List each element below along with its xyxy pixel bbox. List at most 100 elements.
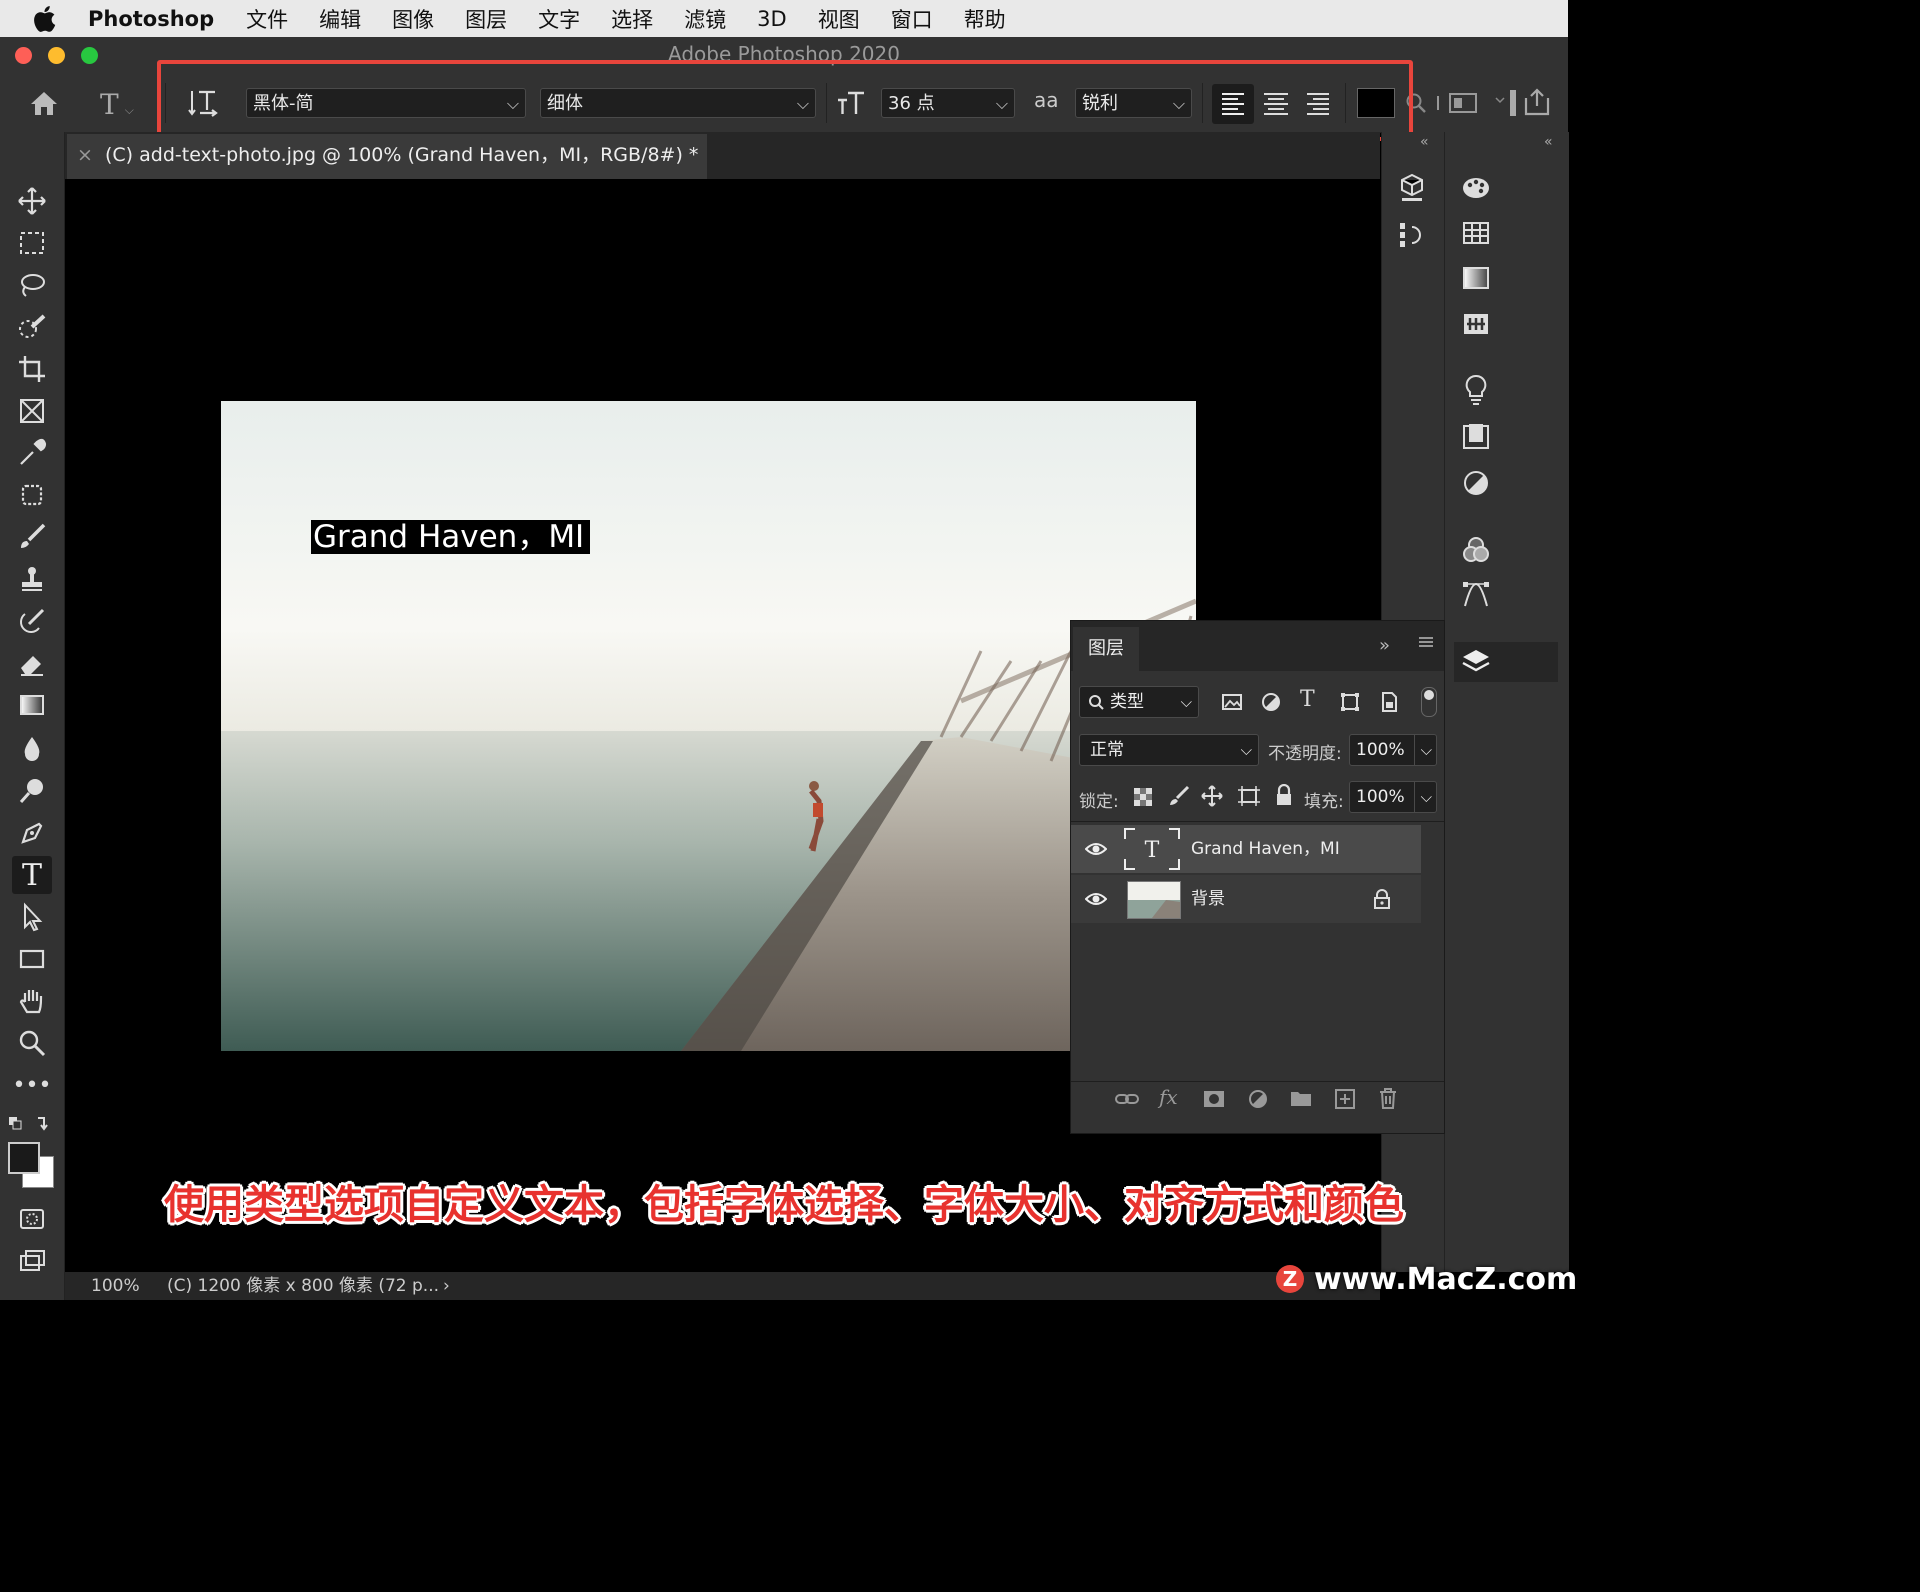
- screen-mode-icon[interactable]: [12, 1242, 52, 1280]
- align-center-button[interactable]: [1256, 84, 1298, 124]
- collapse-dock-icon[interactable]: «: [1420, 134, 1429, 150]
- text-layer-on-canvas[interactable]: Grand Haven，MI: [311, 520, 591, 554]
- pen-tool-icon[interactable]: [12, 814, 52, 852]
- add-mask-icon[interactable]: [1203, 1089, 1225, 1109]
- home-icon[interactable]: [28, 89, 60, 117]
- antialias-select[interactable]: 锐利 ⌵: [1075, 88, 1192, 118]
- menu-edit[interactable]: 编辑: [319, 4, 361, 34]
- apple-icon[interactable]: [32, 5, 60, 33]
- font-style-select[interactable]: 细体 ⌵: [540, 88, 816, 118]
- foreground-color-swatch[interactable]: [8, 1142, 40, 1174]
- new-adjustment-layer-icon[interactable]: [1247, 1088, 1269, 1110]
- type-tool-icon[interactable]: T: [12, 856, 52, 894]
- type-tool-preset-icon[interactable]: T ⌵: [100, 88, 134, 121]
- new-layer-icon[interactable]: [1334, 1088, 1356, 1110]
- path-selection-tool-icon[interactable]: [12, 898, 52, 936]
- menu-filter[interactable]: 滤镜: [684, 4, 726, 34]
- share-icon[interactable]: [1494, 86, 1554, 118]
- clone-stamp-tool-icon[interactable]: [12, 560, 52, 598]
- app-name-menu[interactable]: Photoshop: [88, 7, 214, 31]
- document-photo[interactable]: [221, 401, 1196, 1051]
- more-tools-icon[interactable]: •••: [12, 1066, 52, 1104]
- channels-icon[interactable]: [1458, 532, 1494, 568]
- close-tab-icon[interactable]: ×: [77, 134, 93, 177]
- layers-tab[interactable]: 图层: [1073, 627, 1139, 671]
- gradients-icon[interactable]: [1458, 260, 1494, 296]
- patch-tool-icon[interactable]: [12, 476, 52, 514]
- chevron-down-icon[interactable]: ⌵: [1413, 735, 1432, 765]
- menu-layer[interactable]: 图层: [465, 4, 507, 34]
- eye-icon[interactable]: [1085, 889, 1107, 909]
- history-brush-tool-icon[interactable]: [12, 602, 52, 640]
- document-info[interactable]: (C) 1200 像素 x 800 像素 (72 p...: [167, 1272, 439, 1300]
- menu-help[interactable]: 帮助: [964, 4, 1006, 34]
- panel-menu-icon[interactable]: [1417, 633, 1435, 651]
- align-left-button[interactable]: [1212, 84, 1254, 124]
- toggle-text-orientation-icon[interactable]: [186, 86, 220, 120]
- libraries-icon[interactable]: [1458, 418, 1494, 454]
- lock-all-icon[interactable]: [1274, 784, 1294, 806]
- move-tool-icon[interactable]: [12, 182, 52, 220]
- text-color-swatch[interactable]: [1357, 88, 1395, 118]
- filter-adjustment-layers-icon[interactable]: [1260, 691, 1282, 713]
- eyedropper-tool-icon[interactable]: [12, 434, 52, 472]
- layer-style-fx-icon[interactable]: fx: [1159, 1085, 1178, 1109]
- menu-window[interactable]: 窗口: [891, 4, 933, 34]
- frame-tool-icon[interactable]: [12, 392, 52, 430]
- collapse-dock-icon[interactable]: «: [1544, 134, 1553, 150]
- menu-type[interactable]: 文字: [538, 4, 580, 34]
- paths-icon[interactable]: [1458, 577, 1494, 613]
- collapse-panel-icon[interactable]: »: [1379, 635, 1390, 656]
- chevron-down-icon[interactable]: ⌵: [1413, 782, 1432, 812]
- filter-smart-objects-icon[interactable]: [1378, 691, 1400, 713]
- quick-selection-tool-icon[interactable]: [12, 308, 52, 346]
- layer-row-background[interactable]: 背景: [1071, 875, 1421, 923]
- lock-position-icon[interactable]: [1201, 785, 1223, 807]
- chevron-right-icon[interactable]: ›: [443, 1272, 450, 1300]
- font-family-select[interactable]: 黑体-简 ⌵: [246, 88, 526, 118]
- dodge-tool-icon[interactable]: [12, 772, 52, 810]
- blur-tool-icon[interactable]: [12, 730, 52, 768]
- fill-input[interactable]: 100% ⌵: [1349, 781, 1437, 813]
- layers-dock-button[interactable]: [1454, 642, 1558, 682]
- blend-mode-select[interactable]: 正常 ⌵: [1079, 734, 1259, 766]
- filter-type-layers-icon[interactable]: T: [1300, 687, 1315, 712]
- eye-icon[interactable]: [1085, 839, 1107, 859]
- marquee-tool-icon[interactable]: [12, 224, 52, 262]
- filter-pixel-layers-icon[interactable]: [1221, 691, 1243, 713]
- adjustments-icon[interactable]: [1458, 465, 1494, 501]
- 3d-icon[interactable]: [1394, 170, 1430, 206]
- default-colors-icon[interactable]: [8, 1114, 56, 1134]
- menu-file[interactable]: 文件: [246, 4, 288, 34]
- search-icon[interactable]: [1405, 92, 1427, 114]
- opacity-input[interactable]: 100% ⌵: [1349, 734, 1437, 766]
- gradient-tool-icon[interactable]: [12, 686, 52, 724]
- lock-image-pixels-icon[interactable]: [1168, 785, 1190, 807]
- align-right-button[interactable]: [1299, 84, 1341, 124]
- layer-filter-select[interactable]: 类型 ⌵: [1079, 686, 1199, 718]
- filter-shape-layers-icon[interactable]: [1339, 691, 1361, 713]
- menu-image[interactable]: 图像: [392, 4, 434, 34]
- brush-tool-icon[interactable]: [12, 518, 52, 556]
- learn-icon[interactable]: [1458, 372, 1494, 408]
- color-icon[interactable]: [1458, 170, 1494, 206]
- rectangle-tool-icon[interactable]: [12, 940, 52, 978]
- lock-transparent-pixels-icon[interactable]: [1133, 787, 1153, 807]
- lasso-tool-icon[interactable]: [12, 266, 52, 304]
- new-group-folder-icon[interactable]: [1290, 1088, 1312, 1108]
- workspace-icon[interactable]: [1436, 90, 1480, 116]
- eraser-tool-icon[interactable]: [12, 644, 52, 682]
- lock-artboard-icon[interactable]: [1237, 785, 1261, 807]
- font-size-select[interactable]: 36 点 ⌵: [881, 88, 1015, 118]
- link-layers-icon[interactable]: [1115, 1089, 1139, 1109]
- zoom-level[interactable]: 100%: [91, 1272, 140, 1300]
- menu-3d[interactable]: 3D: [757, 7, 787, 31]
- hand-tool-icon[interactable]: [12, 982, 52, 1020]
- swatches-icon[interactable]: [1458, 215, 1494, 251]
- menu-view[interactable]: 视图: [818, 4, 860, 34]
- zoom-tool-icon[interactable]: [12, 1024, 52, 1062]
- history-icon[interactable]: [1394, 216, 1430, 252]
- menu-select[interactable]: 选择: [611, 4, 653, 34]
- layer-row-text[interactable]: T Grand Haven，MI: [1071, 825, 1421, 873]
- patterns-icon[interactable]: [1458, 306, 1494, 342]
